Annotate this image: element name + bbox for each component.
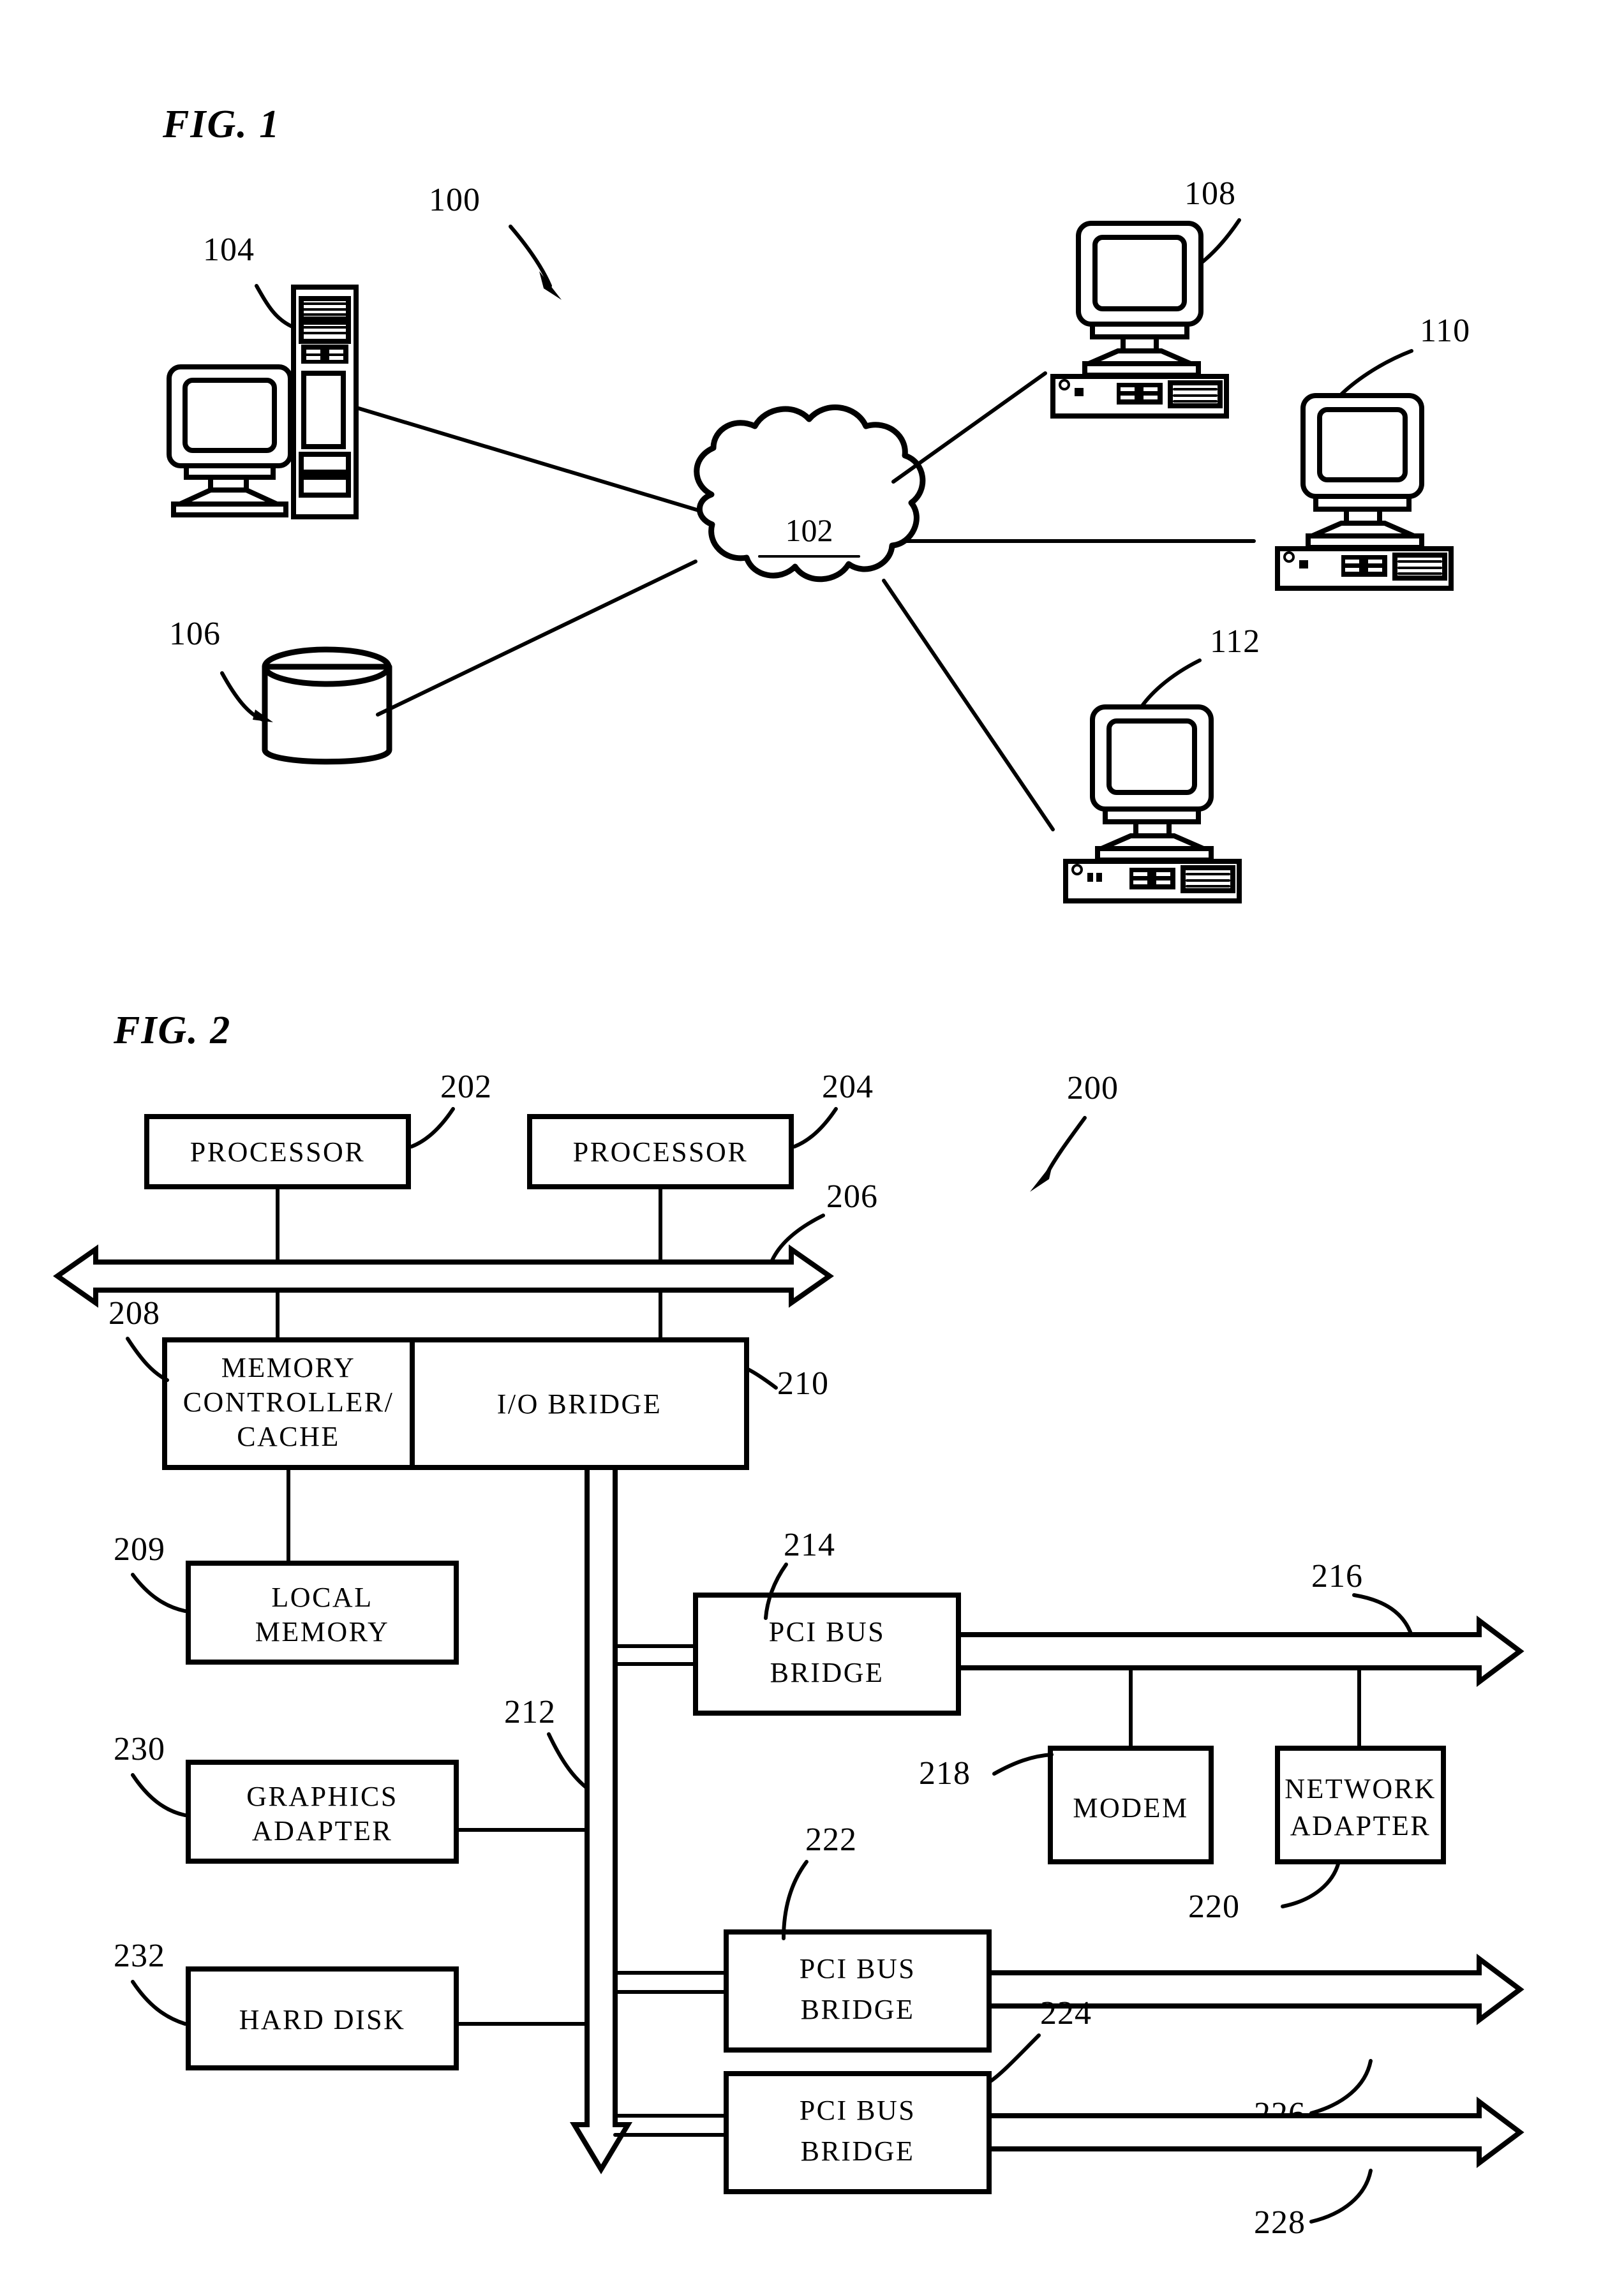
pci-bridge-222-label-line1: PCI BUS <box>800 1953 916 1984</box>
ref-label-202: 202 <box>440 1069 492 1105</box>
ref-label-208: 208 <box>108 1295 160 1332</box>
node-108-drive-panel <box>1117 383 1163 405</box>
node-110-drive-panel <box>1341 555 1387 577</box>
ref-label-216: 216 <box>1311 1558 1363 1594</box>
ref-label-232: 232 <box>114 1938 165 1974</box>
node-108-drive-slot-1 <box>1121 387 1135 391</box>
node-104-button-4 <box>329 356 343 360</box>
modem-218-label: MODEM <box>1073 1792 1188 1824</box>
local-memory-209-label-line2: MEMORY <box>255 1616 390 1647</box>
node-104-button-1 <box>306 350 320 353</box>
ref-label-218: 218 <box>919 1755 971 1792</box>
node-110-monitor-screen <box>1317 407 1408 482</box>
node-110-case-button <box>1299 560 1308 568</box>
pci-bridge-214-box <box>693 1593 961 1716</box>
node-104-slot-1 <box>299 452 351 475</box>
node-104-front-panel <box>301 345 348 364</box>
ref-label-210: 210 <box>777 1365 829 1402</box>
pci-bridge-224-label-line2: BRIDGE <box>801 2136 915 2167</box>
ref-label-222: 222 <box>805 1822 857 1858</box>
ref-label-228: 228 <box>1254 2204 1306 2241</box>
cloud-label-102: 102 <box>786 512 833 548</box>
memory-controller-208-label-line3: CACHE <box>237 1421 340 1452</box>
ref-label-206: 206 <box>826 1178 878 1215</box>
node-108-drive-slot-4 <box>1144 396 1158 399</box>
ref-label-224: 224 <box>1040 1995 1092 2032</box>
node-112-case-button-2 <box>1096 873 1102 882</box>
memory-controller-208-label-line1: MEMORY <box>221 1352 356 1383</box>
node-108-monitor-screen <box>1092 235 1187 311</box>
graphics-adapter-230-label-line2: ADAPTER <box>252 1815 392 1846</box>
node-110-drive-slot-3 <box>1345 568 1359 572</box>
ref-label-200: 200 <box>1067 1070 1119 1106</box>
ref-label-214: 214 <box>784 1527 835 1563</box>
network-adapter-220-box <box>1275 1746 1446 1864</box>
node-112-monitor-foot <box>1095 846 1214 863</box>
node-112-drive-slot-3 <box>1133 880 1147 884</box>
node-110-monitor-foot <box>1306 533 1424 550</box>
node-112-drive-slot-4 <box>1156 880 1170 884</box>
node-104-slot-2 <box>299 475 351 498</box>
ref-label-108: 108 <box>1184 175 1236 212</box>
node-108-monitor-foot <box>1082 361 1201 378</box>
ref-label-110: 110 <box>1420 313 1470 349</box>
pci-bridge-222-label-line2: BRIDGE <box>801 1994 915 2025</box>
node-108-case-button <box>1075 388 1084 396</box>
drawing-canvas: FIG. 1 100 102 104 106 108 110 112 FIG. … <box>0 0 1624 2288</box>
node-112-case-button-1 <box>1087 873 1093 882</box>
node-110-drive-slot-1 <box>1345 560 1359 563</box>
ref-label-100: 100 <box>429 182 480 218</box>
node-112-monitor-screen <box>1106 718 1197 795</box>
node-110-drive-slot-4 <box>1368 568 1382 572</box>
local-memory-209-label-line1: LOCAL <box>271 1582 373 1613</box>
pci-bridge-214-label-line1: PCI BUS <box>769 1616 886 1647</box>
pci-bridge-224-label-line1: PCI BUS <box>800 2095 916 2126</box>
ref-label-106: 106 <box>169 616 221 652</box>
ref-label-212: 212 <box>504 1694 556 1730</box>
node-112-drive-slot-1 <box>1133 872 1147 876</box>
patent-drawing-sheet: FIG. 1 100 102 104 106 108 110 112 FIG. … <box>0 0 1624 2288</box>
node-104-button-3 <box>306 356 320 360</box>
node-112-drive-panel <box>1129 868 1175 889</box>
io-bridge-210-label: I/O BRIDGE <box>497 1388 662 1420</box>
network-adapter-220-label-line1: NETWORK <box>1285 1773 1436 1804</box>
pci-bridge-214-label-line2: BRIDGE <box>770 1657 884 1688</box>
node-108-drive-slot-2 <box>1144 387 1158 391</box>
ref-label-209: 209 <box>114 1531 165 1568</box>
node-104-button-2 <box>329 350 343 353</box>
node-104-front-door <box>301 371 346 449</box>
processor-202-label: PROCESSOR <box>190 1136 365 1168</box>
ref-label-204: 204 <box>822 1069 874 1105</box>
ref-label-220: 220 <box>1188 1889 1240 1925</box>
processor-204-label: PROCESSOR <box>573 1136 748 1168</box>
pci-bridge-224-box <box>724 2071 992 2194</box>
figure-1-title: FIG. 1 <box>162 103 280 146</box>
node-108-drive-slot-3 <box>1121 396 1135 399</box>
pci-bridge-222-box <box>724 1929 992 2053</box>
ref-label-104: 104 <box>203 232 255 268</box>
node-112-drive-slot-2 <box>1156 872 1170 876</box>
memory-controller-208-label-line2: CONTROLLER/ <box>183 1386 394 1418</box>
node-104-monitor-screen <box>183 378 277 453</box>
node-104-monitor-foot <box>171 501 288 517</box>
node-110-drive-slot-2 <box>1368 560 1382 563</box>
ref-label-112: 112 <box>1210 623 1260 660</box>
network-adapter-220-label-line2: ADAPTER <box>1290 1810 1431 1841</box>
hard-disk-232-label: HARD DISK <box>239 2004 406 2035</box>
figure-2-title: FIG. 2 <box>113 1009 231 1052</box>
ref-label-230: 230 <box>114 1731 165 1767</box>
graphics-adapter-230-label-line1: GRAPHICS <box>246 1781 398 1812</box>
